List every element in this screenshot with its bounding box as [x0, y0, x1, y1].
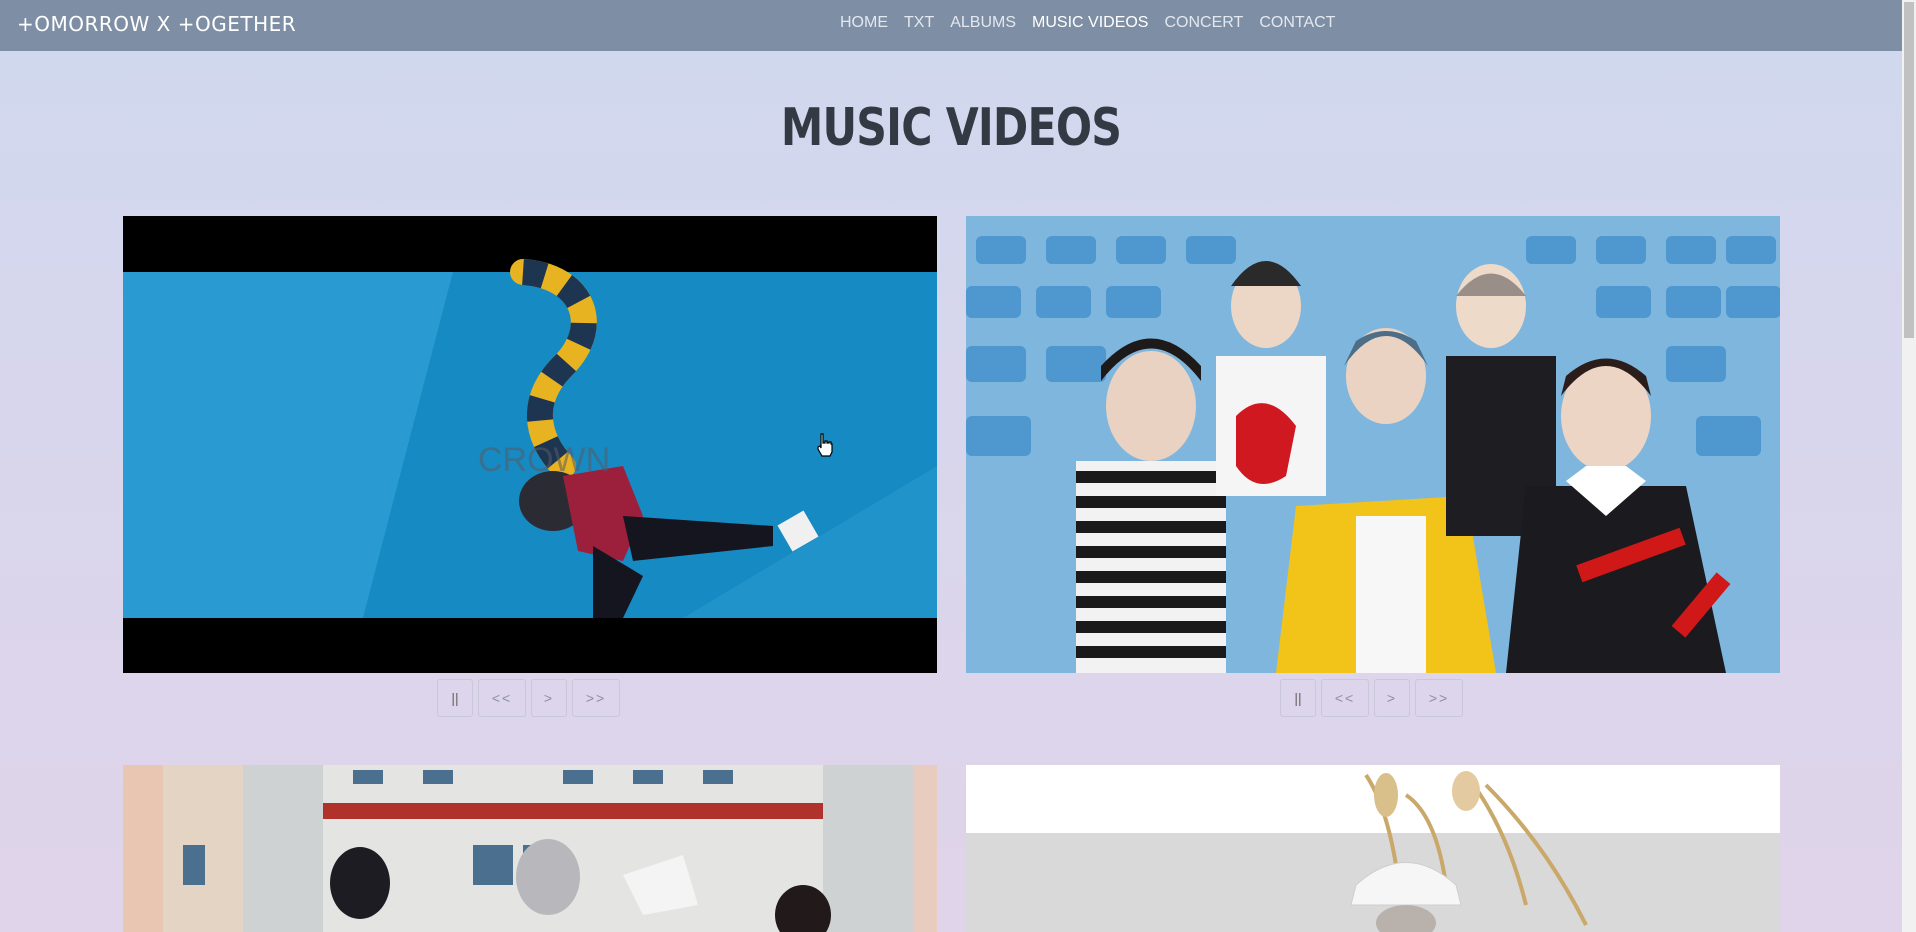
- hand-cursor-icon: [817, 433, 833, 457]
- video-player-4[interactable]: [966, 765, 1780, 932]
- rewind-button[interactable]: <<: [1321, 679, 1369, 717]
- page-title: MUSIC VIDEOS: [780, 98, 1122, 158]
- video-controls-2: || << > >>: [1280, 679, 1463, 717]
- nav-link-txt[interactable]: TXT: [904, 14, 934, 32]
- scrollbar-thumb[interactable]: [1904, 2, 1914, 338]
- nav-link-albums[interactable]: ALBUMS: [950, 14, 1016, 32]
- brand-logo[interactable]: +OMORROW X +OGETHER: [17, 12, 296, 36]
- rewind-button[interactable]: <<: [478, 679, 526, 717]
- vertical-scrollbar[interactable]: [1902, 0, 1916, 932]
- nav-link-home[interactable]: HOME: [840, 14, 888, 32]
- nav-link-contact[interactable]: CONTACT: [1259, 14, 1335, 32]
- video-frame-monochrome: [966, 765, 1780, 932]
- play-button[interactable]: >: [531, 679, 567, 717]
- video-frame-building: [123, 765, 937, 932]
- top-navbar: +OMORROW X +OGETHER HOME TXT ALBUMS MUSI…: [0, 0, 1902, 51]
- video-controls-1: || << > >>: [437, 679, 620, 717]
- fast-forward-button[interactable]: >>: [1415, 679, 1463, 717]
- nav-link-music-videos[interactable]: MUSIC VIDEOS: [1032, 14, 1148, 32]
- video-frame-stadium: [966, 216, 1780, 673]
- nav-link-concert[interactable]: CONCERT: [1164, 14, 1243, 32]
- fast-forward-button[interactable]: >>: [572, 679, 620, 717]
- video-overlay-text: CROWN: [478, 441, 610, 479]
- pause-button[interactable]: ||: [437, 679, 473, 717]
- video-player-3[interactable]: [123, 765, 937, 932]
- pause-button[interactable]: ||: [1280, 679, 1316, 717]
- play-button[interactable]: >: [1374, 679, 1410, 717]
- nav-menu: HOME TXT ALBUMS MUSIC VIDEOS CONCERT CON…: [840, 14, 1351, 32]
- video-player-2[interactable]: [966, 216, 1780, 673]
